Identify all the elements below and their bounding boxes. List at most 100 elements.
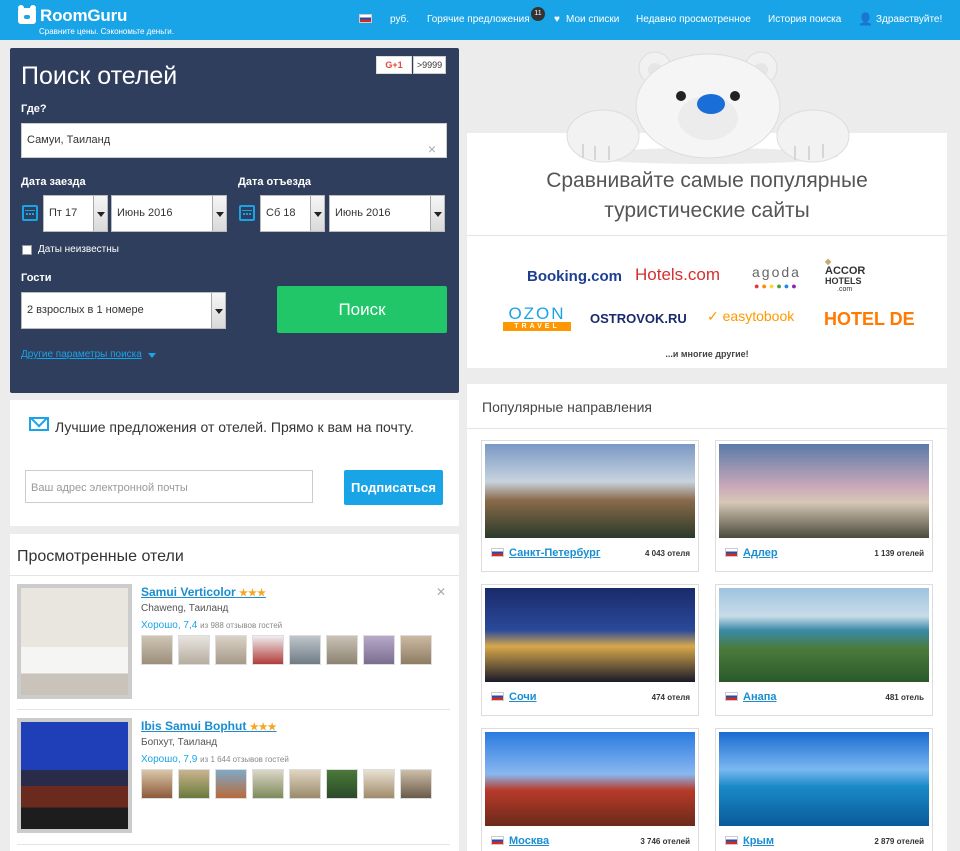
hotel-thumbnail[interactable]	[363, 635, 395, 665]
hotel-thumbnail[interactable]	[363, 769, 395, 799]
hotel-thumbnail[interactable]	[141, 769, 173, 799]
hotel-thumbnail[interactable]	[289, 635, 321, 665]
booking-logo: Booking.com	[527, 268, 623, 285]
hotel-search-panel: Поиск отелей G+1 >9999 Где? Самуи, Таила…	[10, 48, 459, 393]
checkin-month-select[interactable]: Июнь 2016	[111, 195, 227, 232]
wishlists-link[interactable]: Мои списки	[566, 14, 619, 25]
destination-link[interactable]: Москва	[509, 835, 549, 847]
hotel-count: 3 746 отелей	[640, 837, 690, 846]
promo-headline-line: туристические сайты	[604, 199, 810, 222]
hotel-score: Хорошо, 7,4 из 988 отзывов гостей	[141, 620, 283, 631]
hotel-thumbnail[interactable]	[326, 769, 358, 799]
close-icon[interactable]: ✕	[436, 585, 446, 599]
hotels-com-logo: Hotels.com	[635, 265, 721, 284]
promo-headline: Сравнивайте самые популярные туристическ…	[467, 166, 947, 226]
where-label: Где?	[21, 103, 47, 115]
hotel-thumbnail[interactable]	[289, 769, 321, 799]
roomguru-logo[interactable]: RoomGuru Сравните цены. Сэкономьте деньг…	[18, 5, 218, 36]
russia-flag-icon	[491, 548, 504, 557]
viewed-hotels-panel: Просмотренные отели Samui Verticolor ★★★…	[10, 534, 459, 851]
dates-unknown-checkbox[interactable]	[22, 245, 32, 255]
hotel-thumbnail[interactable]	[178, 635, 210, 665]
hotel-count: 2 879 отелей	[874, 837, 924, 846]
destination-card[interactable]: Адлер 1 139 отелей	[715, 440, 933, 572]
destination-link[interactable]: Сочи	[509, 691, 537, 703]
hotel-thumbnail[interactable]	[400, 769, 432, 799]
destination-photo[interactable]	[719, 588, 929, 682]
hotel-thumbnail[interactable]	[215, 635, 247, 665]
destination-link[interactable]: Адлер	[743, 547, 778, 559]
checkin-label: Дата заезда	[21, 176, 86, 188]
agoda-logo: agoda	[752, 264, 801, 280]
viewed-hotels-title: Просмотренные отели	[17, 548, 184, 565]
destination-photo[interactable]	[485, 588, 695, 682]
destination-card[interactable]: Москва 3 746 отелей	[481, 728, 699, 851]
hotel-card: Ibis Samui Bophut ★★★ Бопхут, Таиланд Хо…	[17, 718, 450, 842]
hot-deals-link[interactable]: Горячие предложения	[427, 14, 530, 25]
hotel-name-link[interactable]: Samui Verticolor ★★★	[141, 585, 266, 599]
checkin-calendar-icon[interactable]	[22, 205, 38, 221]
recently-viewed-link[interactable]: Недавно просмотренное	[636, 14, 751, 25]
russia-flag-icon	[725, 692, 738, 701]
hotel-thumbnail[interactable]	[400, 635, 432, 665]
ostrovok-logo: OSTROVOK.RU	[590, 311, 687, 326]
compare-sites-panel: Сравнивайте самые популярные туристическ…	[467, 133, 947, 368]
destination-photo[interactable]	[719, 444, 929, 538]
hotel-thumbnail[interactable]	[252, 635, 284, 665]
checkin-day-select[interactable]: Пт 17	[43, 195, 108, 232]
hotel-count: 474 отеля	[651, 693, 690, 702]
hot-deals-badge: 11	[531, 7, 545, 21]
more-sites-text: ...и многие другие!	[665, 349, 749, 359]
search-button[interactable]: Поиск	[277, 286, 447, 333]
hotel-count: 1 139 отелей	[874, 549, 924, 558]
envelope-icon	[29, 417, 49, 431]
more-search-params-link[interactable]: Другие параметры поиска	[21, 349, 142, 360]
hotel-score: Хорошо, 7,9 из 1 644 отзывов гостей	[141, 754, 289, 765]
checkout-label: Дата отъезда	[238, 176, 312, 188]
destination-link[interactable]: Анапа	[743, 691, 776, 703]
search-history-link[interactable]: История поиска	[768, 14, 841, 25]
hotel-photo[interactable]	[17, 584, 132, 699]
russia-flag-icon	[725, 836, 738, 845]
hotel-de-logo: HOTEL DE	[824, 309, 915, 329]
checkout-day-select[interactable]: Сб 18	[260, 195, 325, 232]
destination-link[interactable]: Санкт-Петербург	[509, 547, 600, 559]
destination-photo[interactable]	[719, 732, 929, 826]
russia-flag-icon	[491, 836, 504, 845]
hotel-thumbnail[interactable]	[252, 769, 284, 799]
destination-card[interactable]: Анапа 481 отель	[715, 584, 933, 716]
greeting-link[interactable]: Здравствуйте!	[876, 14, 942, 25]
destination-card[interactable]: Санкт-Петербург 4 043 отеля	[481, 440, 699, 572]
logo-tagline: Сравните цены. Сэкономьте деньги.	[39, 27, 174, 36]
hotel-count: 4 043 отеля	[644, 549, 690, 558]
hotel-thumbnail[interactable]	[215, 769, 247, 799]
destination-photo[interactable]	[485, 444, 695, 538]
hotel-location: Бопхут, Таиланд	[141, 737, 218, 748]
destination-photo[interactable]	[485, 732, 695, 826]
guests-select[interactable]: 2 взрослых в 1 номере	[21, 292, 226, 329]
hotel-name-link[interactable]: Ibis Samui Bophut ★★★	[141, 719, 277, 733]
checkout-calendar-icon[interactable]	[239, 205, 255, 221]
russia-flag-icon	[491, 692, 504, 701]
clear-icon[interactable]: ×	[428, 133, 436, 166]
destination-card[interactable]: Крым 2 879 отелей	[715, 728, 933, 851]
email-input[interactable]: Ваш адрес электронной почты	[25, 470, 313, 503]
checkout-month-select[interactable]: Июнь 2016	[329, 195, 445, 232]
easytobook-check-icon: ✓	[707, 308, 723, 324]
chevron-down-icon[interactable]	[148, 353, 156, 358]
subscribe-button[interactable]: Подписаться	[344, 470, 443, 505]
logo-text: RoomGuru	[40, 6, 128, 25]
hotel-thumbnail[interactable]	[326, 635, 358, 665]
currency-selector[interactable]: руб.	[390, 14, 409, 25]
destination-card[interactable]: Сочи 474 отеля	[481, 584, 699, 716]
hotel-count: 481 отель	[885, 693, 924, 702]
hotel-location: Chaweng, Таиланд	[141, 603, 229, 614]
language-flag-icon[interactable]	[359, 14, 372, 25]
destination-link[interactable]: Крым	[743, 835, 774, 847]
hotel-thumbnail[interactable]	[178, 769, 210, 799]
hotel-photo[interactable]	[17, 718, 132, 833]
destination-input[interactable]: Самуи, Таиланд ×	[21, 123, 447, 158]
google-plus-button[interactable]: G+1	[376, 56, 412, 74]
ozon-travel-logo: OZON	[508, 304, 566, 323]
hotel-thumbnail[interactable]	[141, 635, 173, 665]
